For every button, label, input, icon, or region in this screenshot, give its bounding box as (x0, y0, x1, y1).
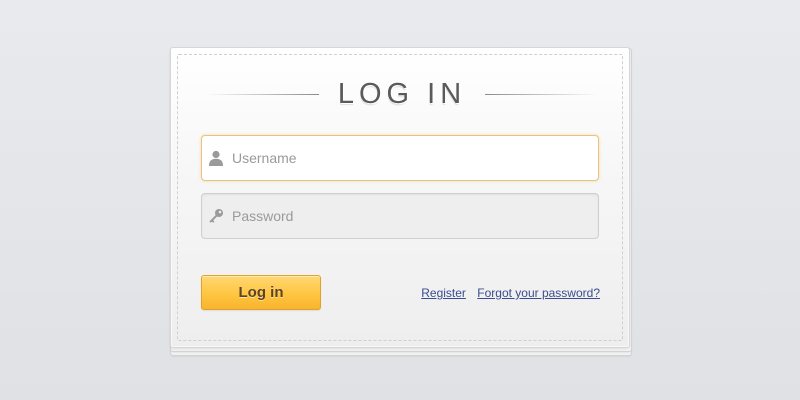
title-row: LOG IN (207, 76, 597, 112)
register-link[interactable]: Register (421, 286, 466, 300)
login-button[interactable]: Log in (201, 275, 321, 310)
auth-links: Register Forgot your password? (413, 285, 600, 301)
key-icon (208, 208, 224, 224)
forgot-password-link[interactable]: Forgot your password? (477, 286, 600, 300)
password-input[interactable] (232, 194, 588, 238)
username-input[interactable] (232, 136, 588, 180)
login-page: { "login": { "title": "LOG IN", "usernam… (0, 0, 800, 400)
password-field[interactable] (201, 193, 599, 239)
title-divider-right (485, 94, 597, 95)
username-field[interactable] (201, 135, 599, 181)
login-card: LOG IN Log in Register Forgot your passw… (170, 47, 630, 348)
user-icon (208, 150, 224, 166)
